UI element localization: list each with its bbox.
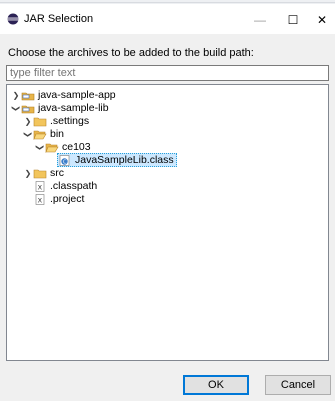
tree-item-label: java-sample-app: [38, 89, 116, 101]
open-folder-icon: [45, 143, 59, 153]
window-title: JAR Selection: [24, 13, 94, 25]
chevron-right-icon[interactable]: ❯: [11, 89, 21, 102]
jar-selection-dialog: JAR Selection — ☐ ✕ Choose the archives …: [0, 4, 335, 401]
minimize-button[interactable]: —: [247, 10, 273, 30]
tree-item[interactable]: ❯ bin: [23, 128, 64, 141]
tree-item[interactable]: ❯ src: [23, 167, 64, 180]
java-project-icon: [21, 105, 35, 114]
tree-item-label: ce103: [62, 141, 91, 153]
tree-item[interactable]: ❯ .settings: [23, 115, 89, 128]
filter-input[interactable]: [6, 65, 329, 81]
selection-highlight: C JavaSampleLib.class: [57, 153, 177, 167]
svg-text:X: X: [38, 183, 43, 191]
tree-item[interactable]: ❯ java-sample-lib: [11, 102, 109, 115]
xml-file-icon: X: [35, 194, 45, 205]
close-button[interactable]: ✕: [309, 10, 335, 30]
dialog-body: Choose the archives to be added to the b…: [0, 34, 335, 401]
svg-text:C: C: [63, 160, 67, 166]
folder-icon: [33, 169, 47, 179]
chevron-down-icon[interactable]: ❯: [34, 143, 47, 153]
tree-item-label: bin: [50, 128, 65, 140]
svg-text:X: X: [38, 196, 43, 204]
tree-item-label: .settings: [50, 115, 90, 127]
tree-item-label: JavaSampleLib.class: [75, 154, 174, 166]
title-bar[interactable]: JAR Selection — ☐ ✕: [0, 4, 335, 34]
cancel-button[interactable]: Cancel: [265, 375, 331, 395]
tree-item-selected[interactable]: C JavaSampleLib.class: [57, 153, 177, 167]
tree-item-label: .project: [50, 193, 85, 205]
dialog-description: Choose the archives to be added to the b…: [8, 47, 254, 59]
chevron-down-icon[interactable]: ❯: [10, 104, 23, 114]
ok-button[interactable]: OK: [183, 375, 249, 395]
xml-file-icon: X: [35, 181, 45, 192]
tree-item-label: .classpath: [50, 180, 98, 192]
tree-item-label: java-sample-lib: [38, 102, 109, 114]
eclipse-icon: [7, 13, 19, 25]
open-folder-icon: [33, 130, 47, 140]
chevron-down-icon[interactable]: ❯: [22, 130, 35, 140]
background-rule: [0, 2, 335, 3]
java-project-icon: [21, 92, 35, 101]
archive-tree[interactable]: ❯ java-sample-app ❯ java-sample-lib ❯ .sett…: [6, 84, 329, 361]
tree-item[interactable]: X .project: [33, 193, 84, 206]
folder-icon: [33, 117, 47, 127]
class-file-icon: C: [59, 155, 70, 166]
tree-item-label: src: [50, 167, 64, 179]
maximize-button[interactable]: ☐: [280, 10, 306, 30]
tree-item[interactable]: ❯ java-sample-app: [11, 89, 116, 102]
tree-item[interactable]: X .classpath: [33, 180, 97, 193]
chevron-right-icon[interactable]: ❯: [23, 115, 33, 128]
chevron-right-icon[interactable]: ❯: [23, 167, 33, 180]
